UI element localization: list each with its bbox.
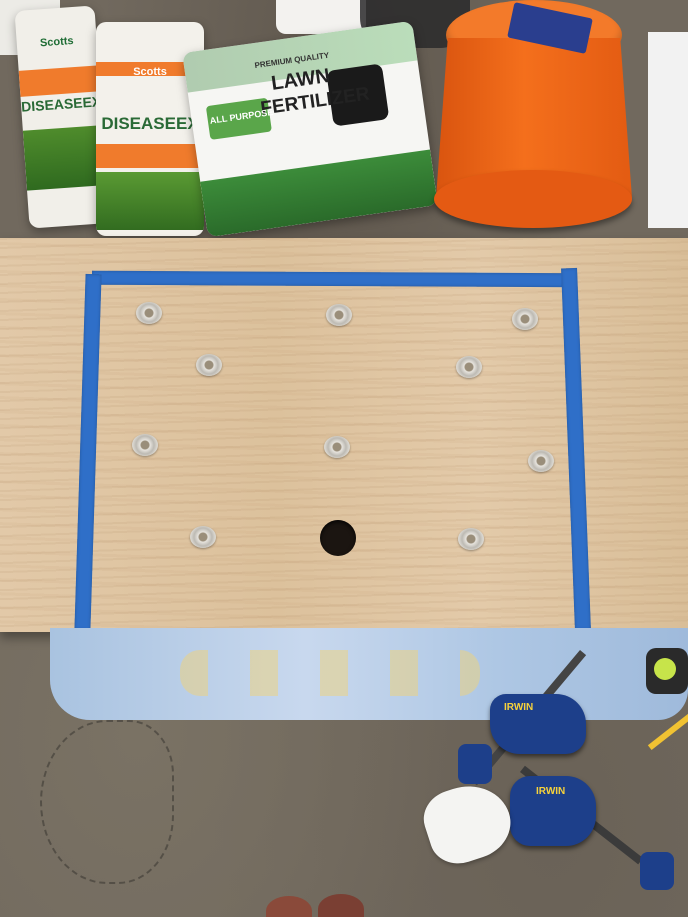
scotts-bag-left-product: DISEASEEX [20, 93, 102, 115]
orange-bucket [434, 0, 632, 240]
washer [326, 304, 352, 326]
bar-clamp-second-grip: IRWIN [510, 776, 596, 846]
bar-clamp-second-label: IRWIN [536, 786, 566, 797]
scene: Scotts DISEASEEX Scotts DISEASEEX PREMIU… [0, 0, 688, 917]
bar-clamp-grip: IRWIN [490, 694, 586, 754]
painters-tape-top [91, 270, 573, 288]
washer [132, 434, 158, 456]
plywood-board [0, 238, 688, 632]
scotts-bag-left-brand: Scotts [39, 35, 74, 50]
washer [136, 302, 162, 324]
washer [512, 308, 538, 330]
blue-drop-cloth-pattern [180, 650, 480, 696]
washer [196, 354, 222, 376]
washer [458, 528, 484, 550]
washer [456, 356, 482, 378]
white-rag [416, 774, 520, 872]
lawn-fertilizer-bag: PREMIUM QUALITY LAWN FERTILIZER ALL PURP… [182, 20, 438, 238]
sandal-left [266, 896, 312, 917]
white-box [648, 32, 688, 228]
tape-measure [646, 648, 688, 694]
washer [190, 526, 216, 548]
washer [324, 436, 350, 458]
floor-stain [40, 720, 174, 884]
bar-clamp-jaw [458, 744, 492, 784]
bar-clamp-second-jaw [640, 852, 674, 890]
washer [528, 450, 554, 472]
drilled-hole [320, 520, 356, 556]
scotts-bag-right-product: DISEASEEX [101, 114, 199, 133]
sandal-right [318, 894, 364, 917]
bar-clamp-label: IRWIN [504, 702, 534, 713]
